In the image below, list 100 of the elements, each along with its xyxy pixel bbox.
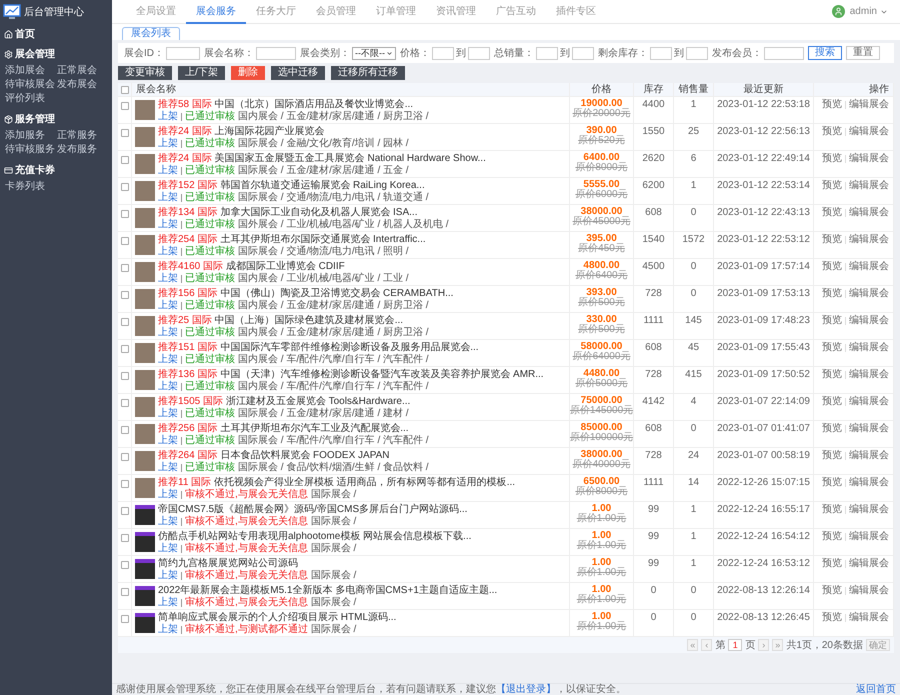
preview-link[interactable]: 预览 <box>822 504 842 515</box>
preview-link[interactable]: 预览 <box>822 477 842 488</box>
preview-link[interactable]: 预览 <box>822 558 842 569</box>
exhibition-title[interactable]: 推荐254 国际 土耳其伊斯坦布尔国际交通展览会 Intertraffic... <box>158 234 426 246</box>
edit-link[interactable]: 编辑展会 <box>849 369 889 380</box>
checkbox[interactable] <box>120 372 128 380</box>
exhibition-title[interactable]: 简约九宫格展展览网站公司源码 <box>158 558 356 570</box>
reset-button[interactable]: 重置 <box>846 46 880 60</box>
preview-link[interactable]: 预览 <box>822 99 842 110</box>
edit-link[interactable]: 编辑展会 <box>849 261 889 272</box>
exhibition-title[interactable]: 推荐4160 国际 成都国际工业博览会 CDIIF <box>158 261 409 273</box>
sidebar-item[interactable]: 评价列表 <box>5 92 45 105</box>
preview-link[interactable]: 预览 <box>822 369 842 380</box>
checkbox[interactable] <box>120 237 128 245</box>
checkbox[interactable] <box>120 399 128 407</box>
edit-link[interactable]: 编辑展会 <box>849 558 889 569</box>
exhibition-title[interactable]: 帝国CMS7.5版《超酷展会网》源码/帝国CMS多屏后台门户网站源码... <box>158 504 468 516</box>
preview-link[interactable]: 预览 <box>822 207 842 218</box>
preview-link[interactable]: 预览 <box>822 315 842 326</box>
exhibition-title[interactable]: 仿酷点手机站网站专用表现用alphootome模板 网站展会信息模板下载... <box>158 531 472 543</box>
exhibition-title[interactable]: 推荐156 国际 中国（佛山）陶瓷及卫浴博览交易会 CERAMBATH... <box>158 288 454 300</box>
input-field[interactable] <box>650 46 672 60</box>
exhibition-title[interactable]: 推荐136 国际 中国（天津）汽车维修检测诊断设备暨汽车改装及美容养护展览会 AMR... <box>158 369 544 381</box>
checkbox[interactable] <box>120 534 128 542</box>
input-field[interactable] <box>256 46 296 60</box>
user-name[interactable]: admin <box>850 6 877 17</box>
checkbox[interactable] <box>120 183 128 191</box>
edit-link[interactable]: 编辑展会 <box>849 153 889 164</box>
checkbox[interactable] <box>120 156 128 164</box>
checkbox[interactable] <box>120 426 128 434</box>
sidebar-item[interactable]: 待审核展会 <box>5 78 55 91</box>
home-link[interactable]: 返回首页 <box>856 684 896 694</box>
edit-link[interactable]: 编辑展会 <box>849 423 889 434</box>
exhibition-title[interactable]: 推荐256 国际 土耳其伊斯坦布尔汽车工业及汽配展览会... <box>158 423 429 435</box>
exhibition-title[interactable]: 推荐11 国际 依托视频会产得业全屏模板 适用商品，所有标网等都有适用的模板... <box>158 477 516 489</box>
preview-link[interactable]: 预览 <box>822 423 842 434</box>
checkbox[interactable] <box>120 480 128 488</box>
sidebar-item[interactable]: 待审核服务 <box>5 143 55 156</box>
preview-link[interactable]: 预览 <box>822 342 842 353</box>
exhibition-title[interactable]: 推荐1505 国际 浙江建材及五金展览会 Tools&Hardware... <box>158 396 410 408</box>
exhibition-title[interactable]: 推荐24 国际 美国国家五金展暨五金工具展览会 National Hardware Show... <box>158 153 486 165</box>
edit-link[interactable]: 编辑展会 <box>849 99 889 110</box>
exhibition-title[interactable]: 推荐151 国际 中国国际汽车零部件维修检测诊断设备及服务用品展览会... <box>158 342 479 354</box>
edit-link[interactable]: 编辑展会 <box>849 531 889 542</box>
preview-link[interactable]: 预览 <box>822 261 842 272</box>
checkbox[interactable] <box>120 102 128 110</box>
home-link[interactable]: 首页 <box>15 27 35 41</box>
checkbox[interactable] <box>120 264 128 272</box>
input-field[interactable] <box>572 46 594 60</box>
edit-link[interactable]: 编辑展会 <box>849 450 889 461</box>
preview-link[interactable]: 预览 <box>822 612 842 623</box>
search-button[interactable]: 搜索 <box>808 46 842 60</box>
logout-link[interactable]: 【退出登录】 <box>496 684 556 694</box>
preview-link[interactable]: 预览 <box>822 396 842 407</box>
checkbox[interactable] <box>120 453 128 461</box>
checkbox[interactable] <box>120 318 128 326</box>
edit-link[interactable]: 编辑展会 <box>849 504 889 515</box>
edit-link[interactable]: 编辑展会 <box>849 585 889 596</box>
checkbox[interactable] <box>120 507 128 515</box>
action-button[interactable]: 选中迁移 <box>270 66 325 80</box>
edit-link[interactable]: 编辑展会 <box>849 180 889 191</box>
edit-link[interactable]: 编辑展会 <box>849 288 889 299</box>
checkbox[interactable] <box>120 86 128 94</box>
checkbox[interactable] <box>120 129 128 137</box>
sidebar-item[interactable]: 发布展会 <box>57 78 97 91</box>
sidebar-item[interactable]: 卡券列表 <box>5 180 45 193</box>
sidebar-item[interactable]: 添加展会 <box>5 64 45 77</box>
preview-link[interactable]: 预览 <box>822 531 842 542</box>
input-field[interactable] <box>468 46 490 60</box>
edit-link[interactable]: 编辑展会 <box>849 126 889 137</box>
input-field[interactable] <box>166 46 200 60</box>
checkbox[interactable] <box>120 588 128 596</box>
tab[interactable]: 展会列表 <box>122 27 180 40</box>
sidebar-item[interactable]: 发布服务 <box>57 143 97 156</box>
preview-link[interactable]: 预览 <box>822 288 842 299</box>
preview-link[interactable]: 预览 <box>822 585 842 596</box>
exhibition-title[interactable]: 推荐152 国际 韩国首尔轨道交通运输展览会 RaiLing Korea... <box>158 180 429 192</box>
preview-link[interactable]: 预览 <box>822 126 842 137</box>
sidebar-item[interactable]: 正常服务 <box>57 129 97 142</box>
input-field[interactable] <box>536 46 558 60</box>
edit-link[interactable]: 编辑展会 <box>849 234 889 245</box>
action-button[interactable]: 迁移所有迁移 <box>330 66 405 80</box>
exhibition-title[interactable]: 推荐58 国际 中国（北京）国际酒店用品及餐饮业博览会... <box>158 99 429 111</box>
preview-link[interactable]: 预览 <box>822 234 842 245</box>
checkbox[interactable] <box>120 210 128 218</box>
page-input[interactable]: 1 <box>728 639 742 651</box>
exhibition-title[interactable]: 推荐264 国际 日本食品饮料展览会 FOODEX JAPAN <box>158 450 429 462</box>
exhibition-title[interactable]: 简单响应式展会展示的个人介绍项目展示 HTML源码... <box>158 612 396 624</box>
checkbox[interactable] <box>120 561 128 569</box>
edit-link[interactable]: 编辑展会 <box>849 477 889 488</box>
input-field[interactable] <box>686 46 708 60</box>
exhibition-title[interactable]: 推荐24 国际 上海国际花园产业展览会 <box>158 126 409 138</box>
preview-link[interactable]: 预览 <box>822 450 842 461</box>
edit-link[interactable]: 编辑展会 <box>849 396 889 407</box>
checkbox[interactable] <box>120 291 128 299</box>
sidebar-item[interactable]: 添加服务 <box>5 129 45 142</box>
checkbox[interactable] <box>120 345 128 353</box>
preview-link[interactable]: 预览 <box>822 153 842 164</box>
edit-link[interactable]: 编辑展会 <box>849 342 889 353</box>
action-button[interactable]: 上/下架 <box>178 66 225 80</box>
